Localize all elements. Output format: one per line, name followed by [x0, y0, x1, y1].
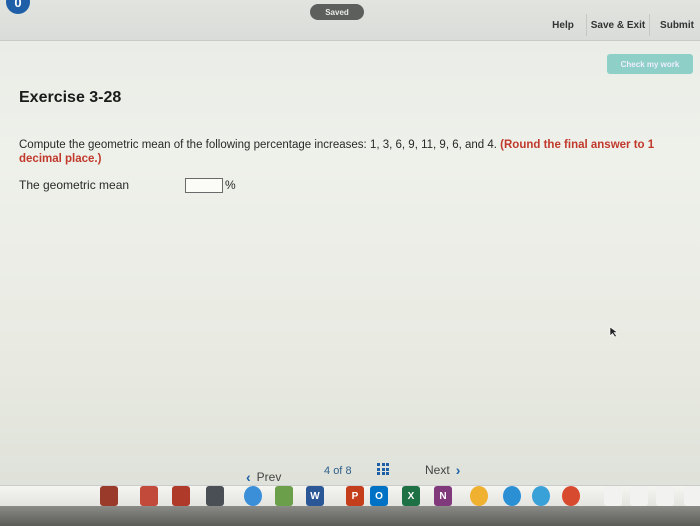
page-indicator: 4 of 8 [324, 465, 352, 477]
dock: W P O X N [0, 485, 700, 526]
prev-label: Prev [256, 470, 282, 484]
question-text: Compute the geometric mean of the follow… [19, 138, 694, 166]
logo-icon: 0 [6, 0, 30, 14]
excel-icon[interactable]: X [402, 486, 420, 506]
app-icon[interactable] [532, 486, 550, 506]
page-of: of [333, 465, 343, 477]
submit-button[interactable]: Submit [656, 14, 698, 36]
geometric-mean-input[interactable] [185, 178, 223, 193]
top-bar: 0 Saved Help Save & Exit Submit [0, 0, 700, 41]
save-exit-button[interactable]: Save & Exit [586, 14, 650, 36]
chevron-left-icon: ‹ [246, 469, 251, 485]
chevron-right-icon: › [455, 462, 461, 478]
prev-button[interactable]: ‹ Prev [246, 469, 281, 485]
question-grid-icon[interactable] [377, 463, 389, 475]
document-icon[interactable] [630, 486, 648, 506]
app-icon[interactable] [244, 486, 262, 506]
calendar-icon[interactable] [100, 486, 118, 506]
question-body: Compute the geometric mean of the follow… [19, 139, 497, 151]
outlook-icon[interactable]: O [370, 486, 388, 506]
app-icon[interactable] [172, 486, 190, 506]
app-icon[interactable] [275, 486, 293, 506]
app-icon[interactable] [562, 486, 580, 506]
photo-booth-icon[interactable] [140, 486, 158, 506]
mouse-pointer-icon [609, 326, 619, 338]
next-button[interactable]: Next › [425, 462, 460, 478]
saved-status-badge: Saved [310, 4, 364, 20]
word-icon[interactable]: W [306, 486, 324, 506]
document-icon[interactable] [684, 486, 700, 506]
help-button[interactable]: Help [547, 14, 579, 36]
next-label: Next [425, 463, 450, 477]
percent-unit: % [225, 178, 236, 192]
document-icon[interactable] [604, 486, 622, 506]
document-icon[interactable] [656, 486, 674, 506]
check-my-work-button[interactable]: Check my work [607, 54, 693, 74]
photos-icon[interactable] [470, 486, 488, 506]
page-current: 4 [324, 465, 331, 477]
safari-icon[interactable] [503, 486, 521, 506]
page-total: 8 [345, 465, 352, 477]
onenote-icon[interactable]: N [434, 486, 452, 506]
dock-shelf [0, 506, 700, 526]
powerpoint-icon[interactable]: P [346, 486, 364, 506]
exercise-title: Exercise 3-28 [19, 89, 122, 106]
app-icon[interactable] [206, 486, 224, 506]
answer-label: The geometric mean [19, 178, 130, 192]
